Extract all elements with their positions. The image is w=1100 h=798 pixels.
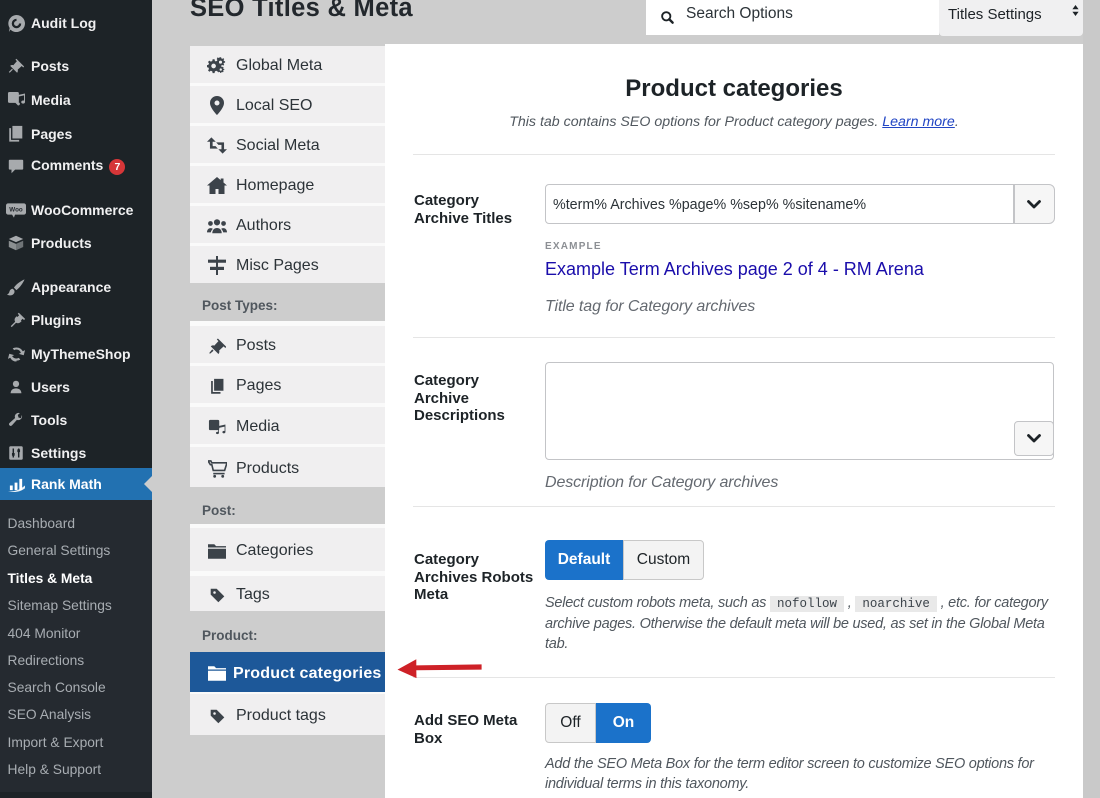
svg-text:Woo: Woo	[9, 206, 23, 213]
